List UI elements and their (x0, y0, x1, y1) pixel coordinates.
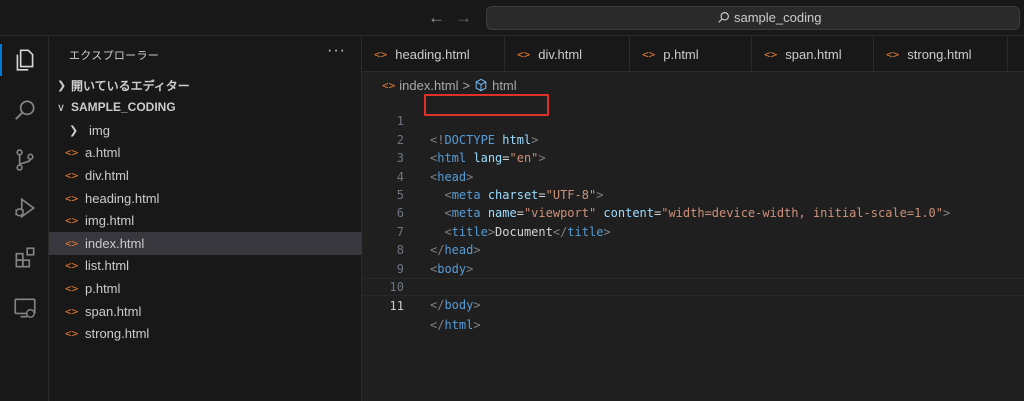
code-line: 3 <head> (362, 131, 1024, 183)
activity-bar (0, 36, 49, 401)
tab-label: heading.html (395, 46, 470, 62)
html-file-icon: <> (764, 47, 778, 61)
open-editors-section[interactable]: ❯ 開いているエディター (49, 74, 362, 96)
code-line: 7 </head> (362, 204, 1024, 257)
code-line: 9 (362, 241, 1024, 276)
token-bracket: > (473, 317, 481, 332)
tree-item-label: a.html (85, 145, 121, 161)
code-line: 6 <title>Document</title> (362, 186, 1024, 238)
tab-label: span.html (785, 46, 842, 62)
tree-file-span[interactable]: <> span.html (49, 300, 362, 323)
tree-file-p[interactable]: <> p.html (49, 277, 362, 300)
folder-section[interactable]: ∨ SAMPLE_CODING (49, 96, 362, 118)
tree-item-label: strong.html (85, 326, 150, 342)
code-line: 10 </body> (362, 260, 1024, 312)
chevron-right-icon: ❯ (69, 124, 79, 137)
sidebar-title: エクスプローラー (69, 50, 160, 62)
cube-icon (475, 78, 487, 92)
tree-file-index[interactable]: <> index.html (49, 232, 362, 255)
code-line: 4 <meta charset="UTF-8"> (362, 149, 1024, 202)
tree-file-list[interactable]: <> list.html (49, 255, 362, 278)
arrow-left-icon[interactable]: ← (428, 8, 445, 28)
explorer-icon[interactable] (0, 40, 49, 80)
more-actions-icon[interactable]: ··· (327, 42, 346, 60)
tree-item-label: img.html (85, 213, 135, 229)
tree-folder-img[interactable]: ❯ img (49, 119, 362, 142)
title-bar: ← → sample_coding (0, 0, 1024, 36)
tab-label: p.html (663, 46, 699, 62)
html-file-icon: <> (65, 281, 79, 295)
tree-item-label: img (89, 122, 110, 138)
tab-div[interactable]: <> div.html (505, 36, 630, 72)
tree-item-label: index.html (85, 235, 145, 251)
extensions-icon[interactable] (0, 238, 49, 278)
explorer-sidebar: エクスプローラー ··· ❯ 開いているエディター ∨ SAMPLE_CODIN… (49, 36, 362, 401)
token-bracket: </ (430, 317, 445, 332)
tree-item-label: heading.html (85, 190, 160, 206)
tab-label: strong.html (907, 46, 972, 62)
command-center-search[interactable]: sample_coding (486, 6, 1020, 30)
line-number: 11 (389, 299, 404, 314)
open-editors-label: 開いているエディター (71, 78, 190, 93)
sidebar-header: エクスプローラー ··· (49, 36, 362, 74)
chevron-right-icon: ❯ (57, 79, 67, 92)
html-file-icon: <> (374, 47, 388, 61)
tree-item-label: span.html (85, 303, 142, 319)
tab-label: div.html (538, 46, 583, 62)
search-text: sample_coding (734, 10, 822, 25)
html-file-icon: <> (65, 214, 79, 228)
code-line-current: 11 </html> (362, 278, 1024, 332)
html-file-icon: <> (65, 236, 79, 250)
tab-span[interactable]: <> span.html (752, 36, 874, 72)
html-file-icon: <> (65, 259, 79, 273)
tab-bar: <> heading.html <> div.html <> p.html <>… (362, 36, 1024, 72)
tab-strong[interactable]: <> strong.html (874, 36, 1008, 72)
tree-file-heading[interactable]: <> heading.html (49, 187, 362, 210)
tree-file-strong[interactable]: <> strong.html (49, 322, 362, 345)
remote-explorer-icon[interactable] (0, 288, 49, 328)
token-tag: html (444, 317, 474, 332)
run-debug-icon[interactable] (0, 188, 49, 228)
doctype-highlight-box (424, 94, 549, 116)
breadcrumb-file[interactable]: index.html (399, 78, 458, 93)
token-bracket: > (473, 298, 481, 313)
tree-file-div[interactable]: <> div.html (49, 164, 362, 187)
source-control-icon[interactable] (0, 140, 49, 180)
html-file-icon: <> (65, 168, 79, 182)
tree-item-label: div.html (85, 167, 129, 183)
token-tag: body (444, 298, 474, 313)
html-file-icon: <> (642, 47, 656, 61)
search-icon[interactable] (0, 90, 49, 130)
html-file-icon: <> (65, 327, 79, 341)
html-file-icon: <> (382, 78, 396, 92)
search-icon (718, 12, 729, 23)
code-line: 5 <meta name="viewport" content="width=d… (362, 168, 1024, 220)
html-file-icon: <> (65, 146, 79, 160)
html-file-icon: <> (886, 47, 900, 61)
chevron-down-icon: ∨ (57, 101, 66, 114)
tree-file-img[interactable]: <> img.html (49, 209, 362, 232)
code-line: 8 <body> (362, 223, 1024, 275)
tab-p[interactable]: <> p.html (630, 36, 752, 72)
html-file-icon: <> (65, 304, 79, 318)
tree-item-label: list.html (85, 258, 130, 274)
breadcrumb-element[interactable]: html (492, 78, 517, 93)
tree-file-a[interactable]: <> a.html (49, 142, 362, 165)
folder-label: SAMPLE_CODING (71, 100, 176, 114)
breadcrumb: <> index.html > html (382, 76, 517, 94)
editor-area: <> heading.html <> div.html <> p.html <>… (362, 36, 1024, 401)
token-bracket: </ (430, 298, 445, 313)
tab-heading[interactable]: <> heading.html (362, 36, 505, 72)
tree-item-label: p.html (85, 280, 121, 296)
html-file-icon: <> (517, 47, 531, 61)
arrow-right-icon[interactable]: → (455, 8, 472, 28)
breadcrumb-separator: > (462, 77, 471, 93)
html-file-icon: <> (65, 191, 79, 205)
